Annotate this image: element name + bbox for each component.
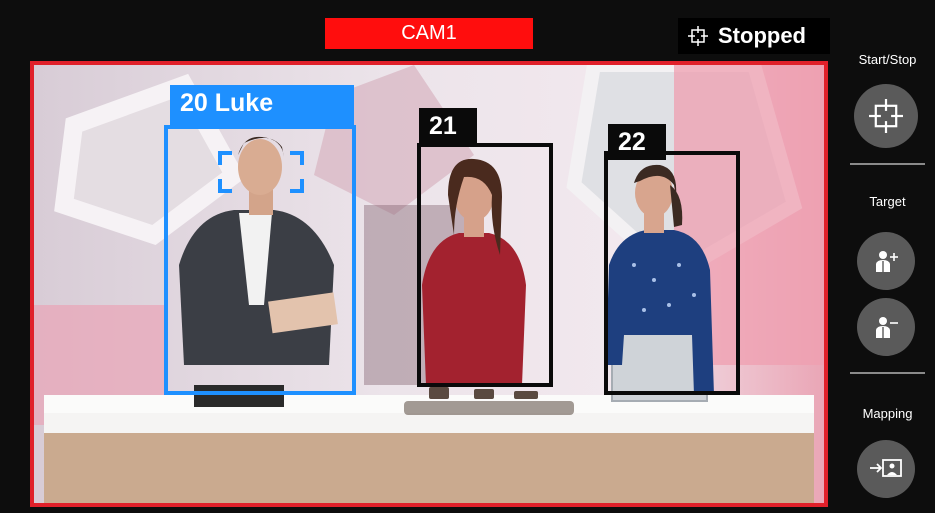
target-label: Target — [869, 194, 906, 209]
add-person-icon — [876, 251, 898, 272]
status-text: Stopped — [718, 23, 806, 48]
remove-person-icon — [876, 317, 898, 338]
add-target-button[interactable] — [857, 232, 915, 290]
start-stop-label: Start/Stop — [858, 52, 917, 67]
track-box-21[interactable] — [417, 143, 553, 387]
mapping-label: Mapping — [862, 406, 913, 421]
crosshair-icon — [688, 26, 708, 46]
sidebar-divider — [850, 372, 925, 374]
track-box-22[interactable] — [604, 151, 740, 395]
track-tag-21[interactable]: 21 — [419, 108, 477, 144]
control-sidebar: Start/Stop Target Mapping — [840, 0, 935, 513]
mapping-icon — [870, 459, 902, 477]
sidebar-divider — [850, 163, 925, 165]
start-stop-button[interactable] — [854, 84, 918, 148]
tracking-status: Stopped — [678, 18, 830, 54]
camera-video-view[interactable]: 20 Luke 21 22 — [30, 61, 828, 507]
track-tag-20[interactable]: 20 Luke — [170, 85, 354, 127]
camera-label: CAM1 — [325, 18, 533, 49]
remove-target-button[interactable] — [857, 298, 915, 356]
top-bar: CAM1 Stopped — [0, 0, 840, 58]
crosshair-icon — [869, 99, 903, 133]
face-target-marker — [218, 151, 304, 193]
mapping-button[interactable] — [857, 440, 915, 498]
